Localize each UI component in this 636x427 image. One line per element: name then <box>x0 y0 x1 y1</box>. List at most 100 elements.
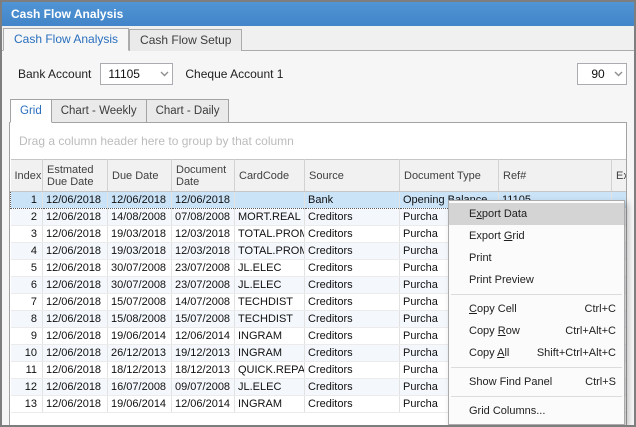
cell[interactable]: 30/07/2008 <box>108 277 172 294</box>
cell[interactable]: Bank <box>305 192 400 209</box>
cell[interactable]: 12/06/2018 <box>43 260 108 277</box>
cell[interactable]: 16/07/2008 <box>108 379 172 396</box>
cell[interactable]: 12/06/2014 <box>172 396 235 413</box>
cell[interactable]: 12/03/2018 <box>172 226 235 243</box>
column-header-estmated-due-date[interactable]: Estmated Due Date <box>43 160 108 192</box>
cell[interactable]: 12/06/2018 <box>43 277 108 294</box>
cell[interactable]: Creditors <box>305 209 400 226</box>
menu-item-print-preview[interactable]: Print Preview <box>449 269 624 291</box>
cell[interactable]: TOTAL.PROM <box>235 226 305 243</box>
cell[interactable]: 12/06/2018 <box>43 311 108 328</box>
menu-item-export-grid[interactable]: Export Grid <box>449 225 624 247</box>
chevron-down-icon[interactable] <box>156 71 172 77</box>
cell[interactable]: 12/06/2018 <box>43 328 108 345</box>
cell[interactable]: 2 <box>11 209 43 226</box>
cell[interactable]: 12/06/2018 <box>43 209 108 226</box>
cell[interactable]: INGRAM <box>235 328 305 345</box>
cell[interactable]: TECHDIST <box>235 294 305 311</box>
cell[interactable]: 19/06/2014 <box>108 328 172 345</box>
group-by-hint[interactable]: Drag a column header here to group by th… <box>10 123 626 159</box>
cell[interactable]: 1 <box>11 192 43 209</box>
cell[interactable]: JL.ELEC <box>235 277 305 294</box>
cell[interactable]: 7 <box>11 294 43 311</box>
tab-cash-flow-setup[interactable]: Cash Flow Setup <box>129 29 242 51</box>
cell[interactable]: 12/06/2014 <box>172 328 235 345</box>
cell[interactable]: 13 <box>11 396 43 413</box>
cell[interactable]: QUICK.REPA <box>235 362 305 379</box>
cell[interactable]: TECHDIST <box>235 311 305 328</box>
cell[interactable]: 23/07/2008 <box>172 277 235 294</box>
menu-item-copy-row[interactable]: Copy RowCtrl+Alt+C <box>449 320 624 342</box>
cell[interactable]: 30/07/2008 <box>108 260 172 277</box>
cell[interactable]: 14/07/2008 <box>172 294 235 311</box>
column-header-source[interactable]: Source <box>305 160 400 192</box>
cell[interactable]: 19/06/2014 <box>108 396 172 413</box>
cell[interactable]: 8 <box>11 311 43 328</box>
column-header-ext[interactable]: Ext. <box>612 160 628 192</box>
cell[interactable]: Creditors <box>305 345 400 362</box>
bank-account-select[interactable]: 11105 <box>100 63 173 85</box>
cell[interactable]: TOTAL.PROM <box>235 243 305 260</box>
cell[interactable]: 3 <box>11 226 43 243</box>
cell[interactable]: Creditors <box>305 294 400 311</box>
column-header-document-type[interactable]: Document Type <box>400 160 499 192</box>
cell[interactable]: 9 <box>11 328 43 345</box>
menu-item-print[interactable]: Print <box>449 247 624 269</box>
chevron-down-icon[interactable] <box>610 71 626 77</box>
cell[interactable] <box>235 192 305 209</box>
cell[interactable]: 12/06/2018 <box>43 294 108 311</box>
cell[interactable]: 14/08/2008 <box>108 209 172 226</box>
cell[interactable]: 15/07/2008 <box>172 311 235 328</box>
cell[interactable]: 5 <box>11 260 43 277</box>
cell[interactable]: 12/06/2018 <box>43 362 108 379</box>
menu-item-copy-cell[interactable]: Copy CellCtrl+C <box>449 298 624 320</box>
cell[interactable]: Creditors <box>305 277 400 294</box>
cell[interactable]: 15/07/2008 <box>108 294 172 311</box>
days-select[interactable]: 90 <box>577 63 627 85</box>
cell[interactable]: Creditors <box>305 260 400 277</box>
cell[interactable]: 12/06/2018 <box>172 192 235 209</box>
cell[interactable]: Creditors <box>305 362 400 379</box>
cell[interactable]: 07/08/2008 <box>172 209 235 226</box>
column-header-cardcode[interactable]: CardCode <box>235 160 305 192</box>
column-header-index[interactable]: Index <box>11 160 43 192</box>
cell[interactable]: INGRAM <box>235 345 305 362</box>
menu-item-grid-columns[interactable]: Grid Columns... <box>449 400 624 422</box>
cell[interactable]: 12/06/2018 <box>43 379 108 396</box>
cell[interactable]: 12/06/2018 <box>43 192 108 209</box>
cell[interactable]: 12/06/2018 <box>43 345 108 362</box>
cell[interactable]: 12/03/2018 <box>172 243 235 260</box>
cell[interactable]: Creditors <box>305 379 400 396</box>
cell[interactable]: 12/06/2018 <box>43 396 108 413</box>
cell[interactable]: Creditors <box>305 396 400 413</box>
cell[interactable]: 23/07/2008 <box>172 260 235 277</box>
cell[interactable]: 19/03/2018 <box>108 243 172 260</box>
cell[interactable]: 15/08/2008 <box>108 311 172 328</box>
cell[interactable]: 6 <box>11 277 43 294</box>
column-header-due-date[interactable]: Due Date <box>108 160 172 192</box>
tab-cash-flow-analysis[interactable]: Cash Flow Analysis <box>3 28 129 51</box>
cell[interactable]: 11 <box>11 362 43 379</box>
cell[interactable]: 10 <box>11 345 43 362</box>
menu-item-show-find-panel[interactable]: Show Find PanelCtrl+S <box>449 371 624 393</box>
cell[interactable]: JL.ELEC <box>235 260 305 277</box>
column-header-document-date[interactable]: Document Date <box>172 160 235 192</box>
tab-grid[interactable]: Grid <box>10 99 52 123</box>
cell[interactable]: INGRAM <box>235 396 305 413</box>
menu-item-copy-all[interactable]: Copy AllShift+Ctrl+Alt+C <box>449 342 624 364</box>
tab-chart-daily[interactable]: Chart - Daily <box>147 99 230 123</box>
cell[interactable]: Creditors <box>305 243 400 260</box>
cell[interactable]: Creditors <box>305 226 400 243</box>
cell[interactable]: 19/03/2018 <box>108 226 172 243</box>
cell[interactable]: 12/06/2018 <box>43 243 108 260</box>
cell[interactable]: JL.ELEC <box>235 379 305 396</box>
cell[interactable]: 18/12/2013 <box>172 362 235 379</box>
cell[interactable]: MORT.REAL <box>235 209 305 226</box>
tab-chart-weekly[interactable]: Chart - Weekly <box>52 99 147 123</box>
cell[interactable]: 12 <box>11 379 43 396</box>
column-header-ref[interactable]: Ref# <box>499 160 612 192</box>
cell[interactable]: 18/12/2013 <box>108 362 172 379</box>
cell[interactable]: Creditors <box>305 328 400 345</box>
cell[interactable]: 09/07/2008 <box>172 379 235 396</box>
cell[interactable]: 26/12/2013 <box>108 345 172 362</box>
